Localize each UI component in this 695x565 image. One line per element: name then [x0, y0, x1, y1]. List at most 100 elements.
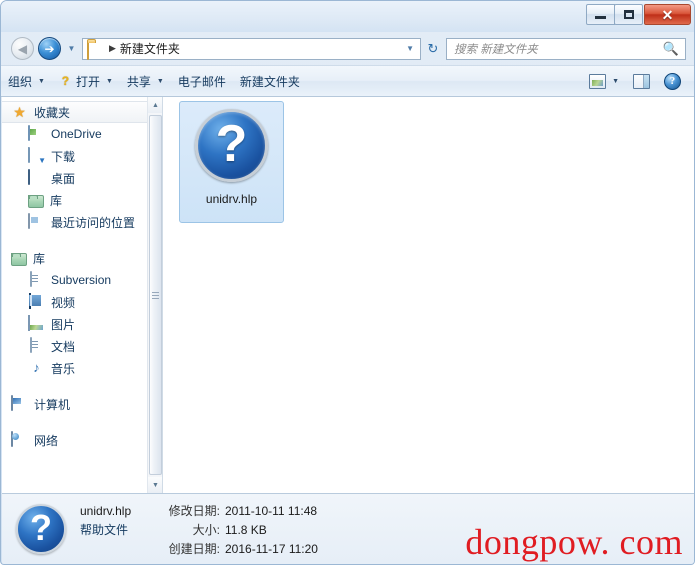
question-mark-glyph: ? — [215, 114, 248, 173]
back-arrow-icon: ◀ — [17, 41, 28, 56]
help-button[interactable]: ? — [657, 69, 688, 93]
sidebar-item-label: OneDrive — [51, 127, 102, 141]
sidebar-item-onedrive[interactable]: OneDrive — [2, 123, 162, 145]
sidebar-item-label: 图片 — [51, 317, 76, 332]
file-item-unidrv-hlp[interactable]: ? unidrv.hlp — [179, 101, 284, 223]
path-separator-icon[interactable]: ▶ — [109, 43, 116, 54]
chevron-down-icon[interactable]: ▼ — [406, 44, 418, 53]
details-size-label: 大小: — [192, 522, 220, 537]
back-button[interactable]: ◀ — [11, 37, 34, 60]
maximize-icon — [623, 10, 634, 19]
chevron-down-icon: ▼ — [105, 77, 113, 85]
details-row-modified: unidrv.hlp 修改日期: 2011-10-11 11:48 — [80, 502, 318, 519]
sidebar-item-downloads[interactable]: 下载 — [2, 145, 162, 167]
sidebar-item-recent-places[interactable]: 最近访问的位置 — [2, 211, 162, 233]
download-icon — [28, 147, 45, 164]
change-view-button[interactable]: ▼ — [582, 69, 626, 93]
file-item-label: unidrv.hlp — [205, 192, 258, 206]
desktop-icon — [28, 169, 45, 186]
sidebar-item-subversion[interactable]: Subversion — [2, 269, 162, 291]
chevron-up-icon: ▲ — [152, 101, 159, 109]
sidebar-item-desktop[interactable]: 桌面 — [2, 167, 162, 189]
details-text-group: unidrv.hlp 修改日期: 2011-10-11 11:48 帮助文件 大… — [80, 502, 318, 557]
minimize-icon — [595, 16, 606, 19]
picture-icon — [28, 315, 45, 332]
refresh-button[interactable]: ↻ — [423, 38, 443, 60]
sidebar-item-documents[interactable]: 文档 — [2, 335, 162, 357]
star-icon: ★ — [13, 104, 26, 120]
scroll-down-button[interactable]: ▼ — [148, 477, 162, 493]
sidebar-item-label: 库 — [33, 251, 46, 266]
details-row-created: 创建日期: 2016-11-17 11:20 — [80, 540, 318, 557]
search-icon: 🔍 — [662, 40, 679, 56]
command-toolbar: 组织 ▼ ? 打开 ▼ 共享 ▼ 电子邮件 新建文件夹 ▼ ? — [1, 65, 694, 97]
toolbar-item-organize[interactable]: 组织 ▼ — [1, 69, 52, 93]
details-modified-label: 修改日期: — [168, 503, 220, 518]
toolbar-item-open[interactable]: ? 打开 ▼ — [52, 69, 120, 93]
sidebar-item-label: 计算机 — [34, 397, 71, 412]
details-pane: ? unidrv.hlp 修改日期: 2011-10-11 11:48 帮助文件… — [2, 493, 694, 564]
view-options-icon — [589, 73, 607, 89]
window-body: ★ 收藏夹 OneDrive 下载 桌面 库 — [2, 97, 694, 493]
forward-button[interactable]: ➔ — [38, 37, 61, 60]
document-icon — [28, 271, 45, 288]
close-button[interactable]: ✕ — [644, 4, 691, 25]
onedrive-icon — [28, 125, 45, 142]
video-icon — [28, 293, 45, 310]
sidebar-item-label: 网络 — [34, 433, 59, 448]
address-path-text[interactable]: 新建文件夹 — [120, 40, 406, 57]
sidebar-item-label: 库 — [50, 193, 63, 208]
sidebar-item-label: 桌面 — [51, 171, 76, 186]
scroll-up-button[interactable]: ▲ — [148, 97, 162, 113]
toolbar-right-group: ▼ ? — [582, 69, 694, 93]
sidebar-scrollbar[interactable]: ▲ ▼ — [147, 97, 162, 493]
file-list-pane[interactable]: ? unidrv.hlp — [163, 97, 694, 493]
question-mark-glyph: ? — [30, 506, 52, 548]
sidebar-item-network[interactable]: 网络 — [2, 429, 162, 451]
toolbar-item-share[interactable]: 共享 ▼ — [120, 69, 171, 93]
recent-locations-button[interactable]: ▼ — [66, 37, 77, 60]
search-box[interactable]: 搜索 新建文件夹 🔍 — [446, 37, 686, 60]
sidebar-item-label: 音乐 — [51, 361, 76, 376]
minimize-button[interactable] — [586, 4, 615, 25]
sidebar-item-libraries[interactable]: 库 — [2, 247, 162, 269]
address-path-bar[interactable]: ▶ 新建文件夹 ▼ — [82, 37, 421, 60]
sidebar-item-favorites[interactable]: ★ 收藏夹 — [2, 101, 154, 123]
details-size-value: 11.8 KB — [225, 522, 267, 537]
chevron-down-icon: ▼ — [67, 44, 76, 53]
close-icon: ✕ — [661, 6, 674, 23]
sidebar-item-computer[interactable]: 计算机 — [2, 393, 162, 415]
explorer-window: ✕ ◀ ➔ ▼ ▶ 新建文件夹 ▼ ↻ 搜索 新建文件夹 🔍 组织 ▼ ? 打开… — [0, 0, 695, 565]
toolbar-item-email[interactable]: 电子邮件 — [171, 69, 233, 93]
details-modified-value: 2011-10-11 11:48 — [225, 503, 318, 518]
sidebar-item-videos[interactable]: 视频 — [2, 291, 162, 313]
sidebar-item-pictures[interactable]: 图片 — [2, 313, 162, 335]
chevron-down-icon: ▼ — [38, 77, 45, 85]
toolbar-label: 共享 — [126, 74, 151, 89]
navigation-list: ★ 收藏夹 OneDrive 下载 桌面 库 — [2, 97, 162, 451]
sidebar-item-music[interactable]: ♪ 音乐 — [2, 357, 162, 379]
search-input[interactable]: 搜索 新建文件夹 — [454, 41, 663, 57]
details-file-type: 帮助文件 — [80, 522, 129, 537]
title-bar: ✕ — [1, 1, 694, 32]
scrollbar-thumb[interactable] — [149, 115, 162, 475]
sidebar-item-label: 视频 — [51, 295, 76, 310]
sidebar-item-label: 最近访问的位置 — [51, 215, 136, 230]
details-created-label: 创建日期: — [168, 541, 220, 556]
document-icon — [28, 337, 45, 354]
toolbar-label: 组织 — [8, 74, 33, 89]
watermark-text: dongpow. com — [465, 522, 683, 562]
computer-icon — [11, 395, 28, 412]
toolbar-item-new-folder[interactable]: 新建文件夹 — [233, 69, 307, 93]
maximize-button[interactable] — [614, 4, 643, 25]
music-icon: ♪ — [33, 360, 40, 375]
preview-pane-button[interactable] — [626, 69, 657, 93]
chevron-down-icon: ▼ — [156, 77, 164, 85]
address-bar-row: ◀ ➔ ▼ ▶ 新建文件夹 ▼ ↻ 搜索 新建文件夹 🔍 — [1, 32, 694, 65]
sidebar-item-libraries-fav[interactable]: 库 — [2, 189, 162, 211]
toolbar-label: 电子邮件 — [177, 74, 226, 89]
chevron-down-icon: ▼ — [612, 77, 619, 85]
